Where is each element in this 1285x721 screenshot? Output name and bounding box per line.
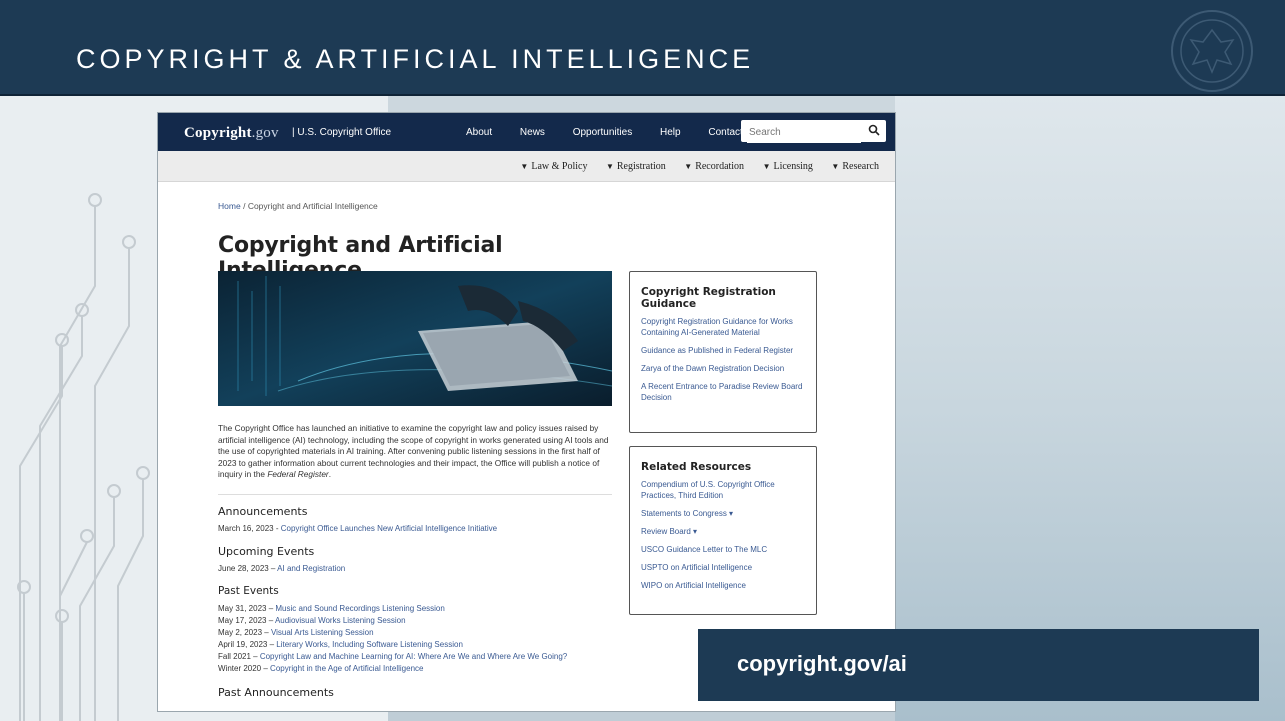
sidebar-link: USCO Guidance Letter to The MLC [641,544,806,555]
site-logo[interactable]: Copyright.gov [184,125,279,142]
breadcrumb-sep: / [243,201,246,211]
item-date: May 17, 2023 – [218,616,274,625]
sub-nav: ▼ Law & Policy ▼ Registration ▼ Recordation… [158,151,895,182]
search-icon[interactable] [868,124,880,136]
circuit-decoration [17,193,150,721]
item-date: May 2, 2023 – [218,628,269,637]
slide-header: COPYRIGHT & ARTIFICIAL INTELLIGENCE [0,0,1285,96]
sidebar-link: Zarya of the Dawn Registration Decision [641,363,806,374]
subnav-label: Law & Policy [531,161,588,172]
chevron-down-icon: ▼ [762,162,771,171]
subnav-label: Licensing [773,161,813,172]
item-link[interactable]: Copyright Law and Machine Learning for A… [260,652,567,661]
breadcrumb-home[interactable]: Home [218,201,241,211]
website-screenshot: Copyright.gov | U.S. Copyright Office Ab… [157,112,896,712]
nav-contact[interactable]: Contact [708,127,742,138]
logo-text: Copyright [184,125,252,141]
subnav-label: Research [842,161,879,172]
item-link[interactable]: Audiovisual Works Listening Session [275,616,406,625]
sidebar-link: WIPO on Artificial Intelligence [641,580,806,591]
chevron-down-icon: ▼ [605,162,614,171]
item-link[interactable]: Literary Works, Including Software Liste… [276,640,463,649]
sidebar-link-text[interactable]: Guidance as Published in Federal Registe… [641,346,793,355]
intro-end: . [328,469,332,480]
list-item: March 16, 2023 - Copyright Office Launch… [218,524,497,533]
item-date: March 16, 2023 - [218,524,279,533]
item-link[interactable]: Copyright in the Age of Artificial Intel… [270,664,423,673]
nav-opportunities[interactable]: Opportunities [573,127,632,138]
intro-paragraph: The Copyright Office has launched an ini… [218,423,612,481]
nav-news[interactable]: News [520,127,545,138]
search-input[interactable] [747,121,861,143]
divider [218,494,612,495]
top-nav: About News Opportunities Help Contact [466,127,768,138]
hero-image [218,271,612,406]
sidebar-link-text[interactable]: Zarya of the Dawn Registration Decision [641,364,784,373]
nav-help[interactable]: Help [660,127,681,138]
sidebar-link-text[interactable]: Compendium of U.S. Copyright Office Prac… [641,480,775,500]
chevron-down-icon: ▼ [520,162,529,171]
item-link[interactable]: Visual Arts Listening Session [271,628,374,637]
sidebar-link: Copyright Registration Guidance for Work… [641,316,806,338]
sidebar-link-text[interactable]: A Recent Entrance to Paradise Review Boa… [641,382,802,402]
sidebar-link-text[interactable]: WIPO on Artificial Intelligence [641,581,746,590]
registration-guidance-heading: Copyright Registration Guidance [641,286,776,310]
item-date: June 28, 2023 – [218,564,276,573]
chevron-down-icon: ▼ [831,162,840,171]
nav-about[interactable]: About [466,127,492,138]
copyright-office-seal-icon [1171,10,1253,92]
list-item: June 28, 2023 – AI and Registration [218,564,345,573]
sidebar-link: Compendium of U.S. Copyright Office Prac… [641,479,806,501]
logo-subtitle: | U.S. Copyright Office [292,127,392,138]
subnav-label: Recordation [695,161,745,172]
past-events-heading: Past Events [218,585,279,597]
subnav-law-policy[interactable]: ▼ Law & Policy [520,161,587,172]
subnav-label: Registration [616,161,666,172]
sidebar-link: Guidance as Published in Federal Registe… [641,345,806,356]
sidebar-link-text[interactable]: Statements to Congress ▾ [641,509,733,518]
logo-gov: .gov [251,125,279,141]
subnav-research[interactable]: ▼ Research [831,161,879,172]
list-item: May 31, 2023 – Music and Sound Recording… [218,604,445,613]
breadcrumb-current: Copyright and Artificial Intelligence [247,201,378,211]
sidebar-link: Review Board ▾ [641,526,806,537]
slide-title: COPYRIGHT & ARTIFICIAL INTELLIGENCE [76,44,755,74]
upcoming-events-heading: Upcoming Events [218,545,315,558]
site-header: Copyright.gov | U.S. Copyright Office Ab… [158,113,895,151]
subnav-recordation[interactable]: ▼ Recordation [684,161,744,172]
sidebar-link-text[interactable]: USPTO on Artificial Intelligence [641,563,752,572]
sidebar-link: USPTO on Artificial Intelligence [641,562,806,573]
past-announcements-heading: Past Announcements [218,686,334,699]
registration-guidance-box: Copyright Registration Guidance Copyrigh… [629,271,817,433]
item-link[interactable]: AI and Registration [277,564,345,573]
announcements-heading: Announcements [218,505,308,518]
list-item: May 17, 2023 – Audiovisual Works Listeni… [218,616,406,625]
background-panel-right [895,96,1285,721]
related-resources-box: Related Resources Compendium of U.S. Cop… [629,446,817,615]
sidebar-link: A Recent Entrance to Paradise Review Boa… [641,381,806,403]
item-date: April 19, 2023 – [218,640,275,649]
item-date: Fall 2021 – [218,652,258,661]
subnav-registration[interactable]: ▼ Registration [606,161,666,172]
item-link[interactable]: Music and Sound Recordings Listening Ses… [275,604,444,613]
search-box [741,120,886,143]
breadcrumb: Home / Copyright and Artificial Intellig… [218,201,618,211]
sidebar-link-text[interactable]: Review Board ▾ [641,527,697,536]
list-item: Fall 2021 – Copyright Law and Machine Le… [218,652,567,661]
subnav-licensing[interactable]: ▼ Licensing [763,161,813,172]
list-item: Winter 2020 – Copyright in the Age of Ar… [218,664,423,673]
list-item: April 19, 2023 – Literary Works, Includi… [218,640,463,649]
callout-text: copyright.gov/ai [737,651,907,676]
item-date: Winter 2020 – [218,664,268,673]
related-resources-heading: Related Resources [641,461,752,473]
item-date: May 31, 2023 – [218,604,274,613]
list-item: May 2, 2023 – Visual Arts Listening Sess… [218,628,374,637]
intro-italic: Federal Register [267,469,329,480]
chevron-down-icon: ▼ [684,162,693,171]
sidebar-link: Statements to Congress ▾ [641,508,806,519]
item-link[interactable]: Copyright Office Launches New Artificial… [281,524,497,533]
url-callout: copyright.gov/ai [698,629,1259,701]
sidebar-link-text[interactable]: USCO Guidance Letter to The MLC [641,545,767,554]
sidebar-link-text[interactable]: Copyright Registration Guidance for Work… [641,317,793,337]
